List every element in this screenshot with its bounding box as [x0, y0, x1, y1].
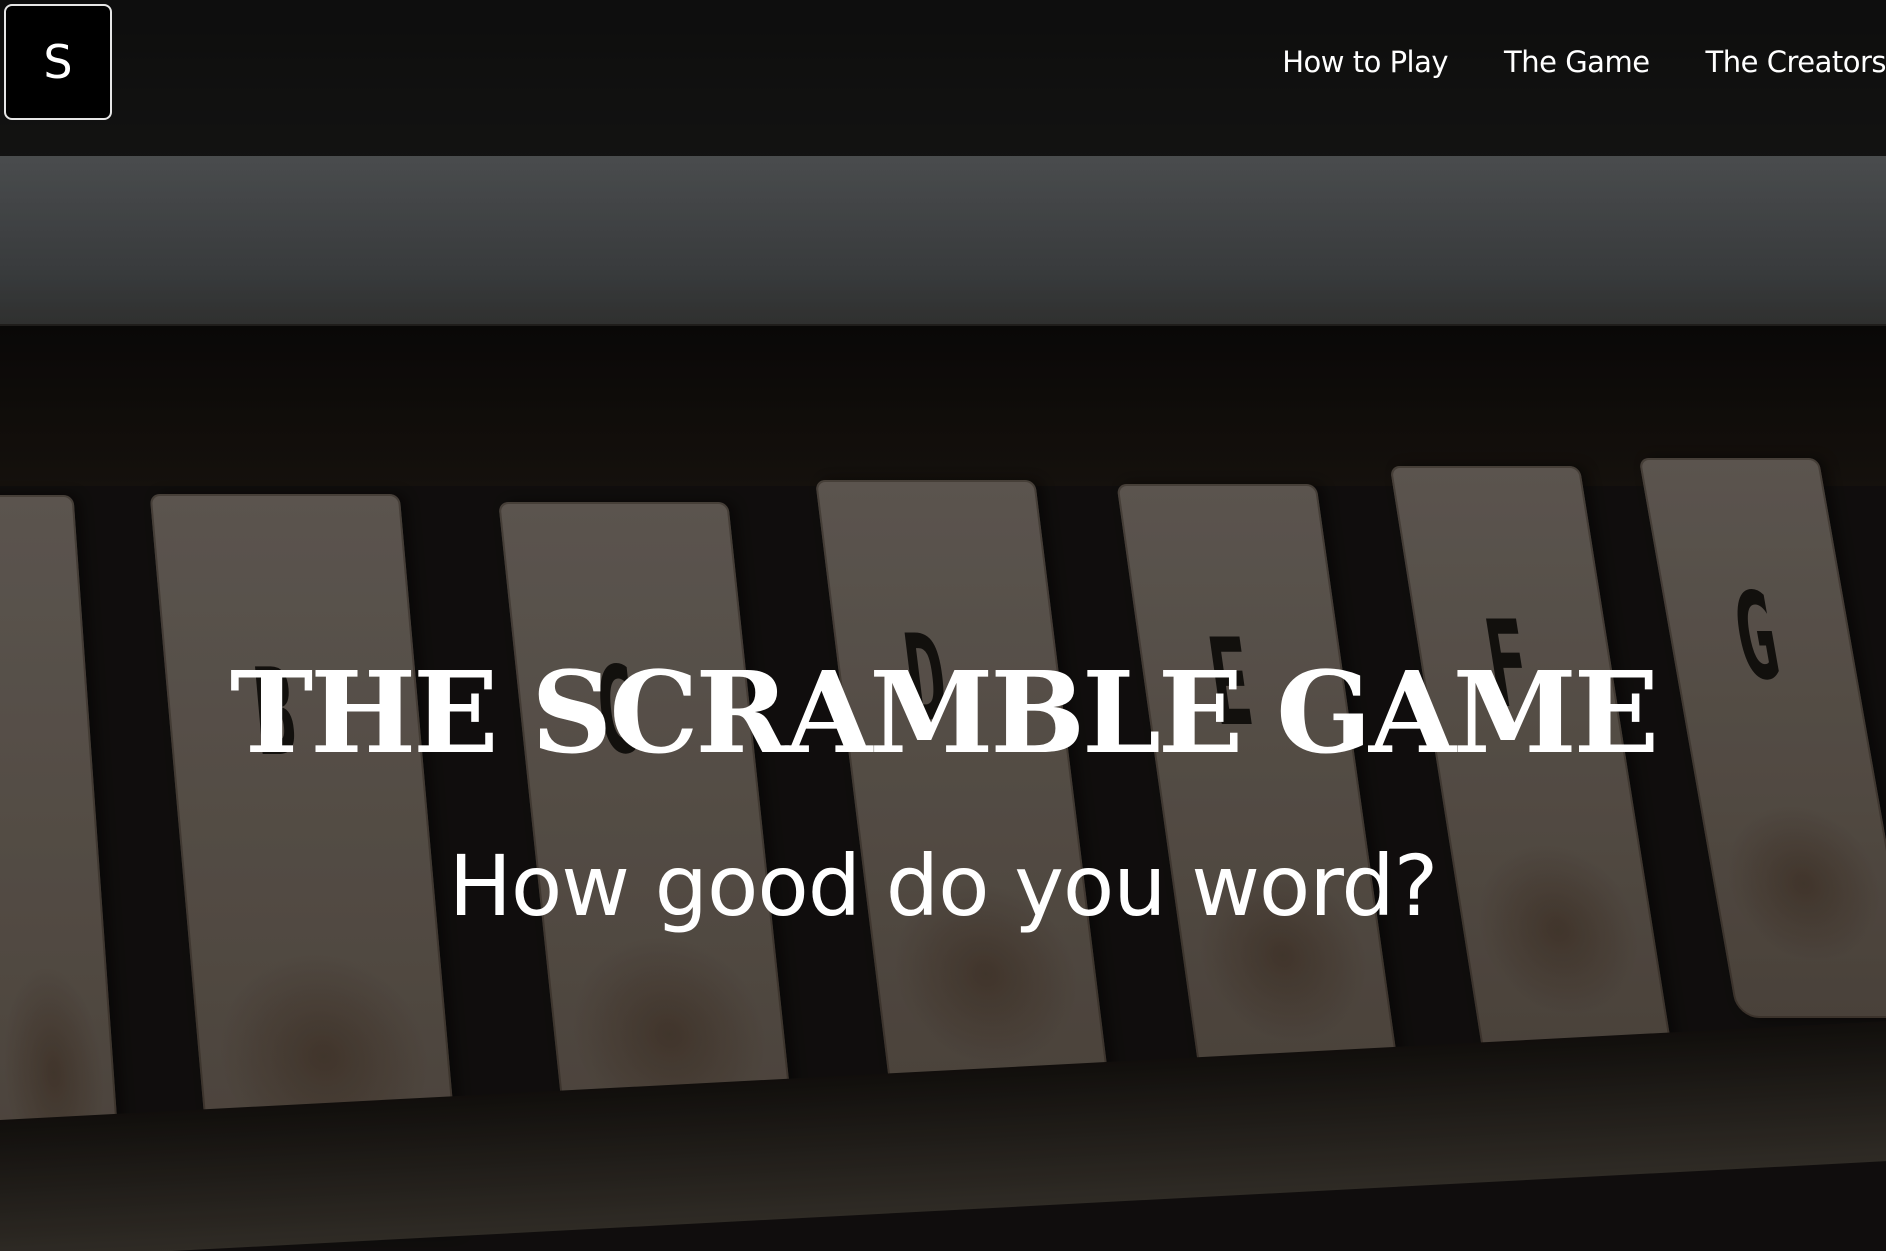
nav-link-how-to-play[interactable]: How to Play — [1282, 40, 1448, 84]
nav-link-the-game[interactable]: The Game — [1448, 40, 1650, 84]
hero-subtitle: How good do you word? — [448, 837, 1439, 935]
navbar: S How to Play The Game The Creators — [0, 0, 1886, 156]
brand-logo-button[interactable]: S — [4, 4, 112, 120]
landing-page: B C D E F G S How to Play The Game The C… — [0, 0, 1886, 1251]
nav-link-the-creators[interactable]: The Creators — [1650, 40, 1886, 84]
hero-dark-overlay — [0, 0, 1886, 1251]
hero-title: THE SCRAMBLE GAME — [229, 648, 1659, 779]
nav-links: How to Play The Game The Creators — [1282, 40, 1886, 84]
